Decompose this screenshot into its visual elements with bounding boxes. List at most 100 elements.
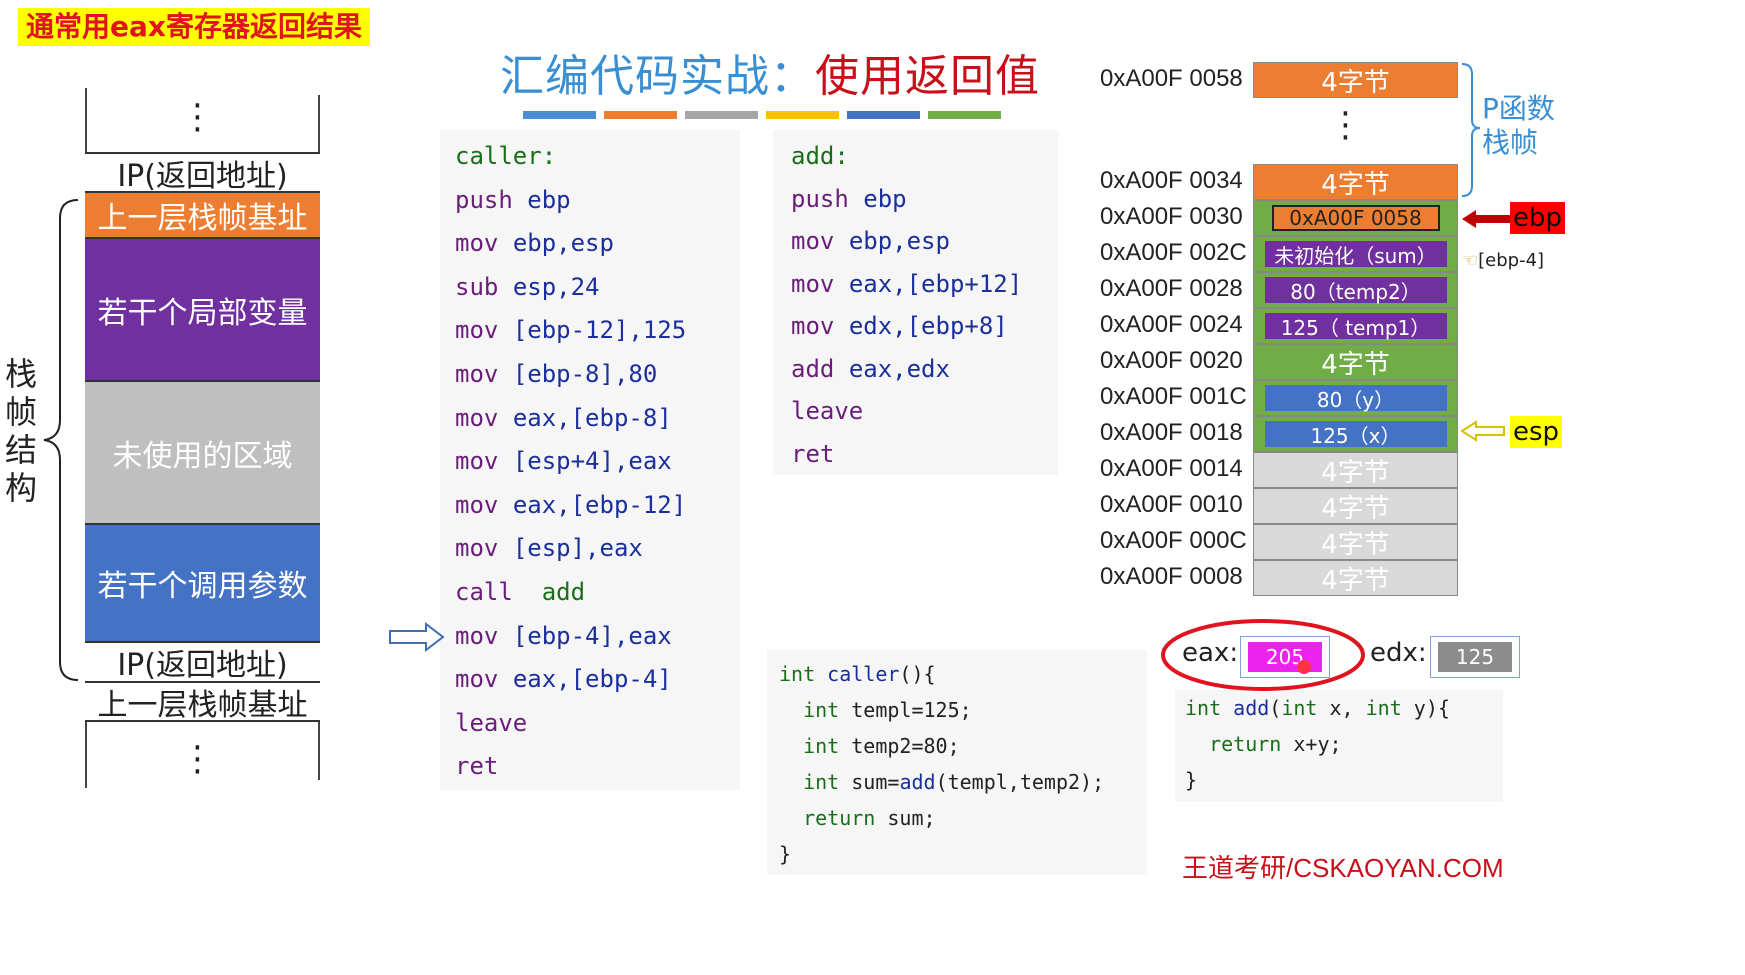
- stack-block-label: 若干个调用参数: [97, 569, 308, 604]
- edx-value: 125: [1438, 642, 1512, 672]
- asm-args: [ebp-12],125: [512, 316, 687, 345]
- color-bar: [685, 111, 758, 119]
- asm-op: ret: [791, 439, 835, 468]
- asm-line: ret: [455, 752, 498, 780]
- memory-cell: 4字节: [1253, 560, 1458, 596]
- memory-address: 0xA00F 0030: [1100, 203, 1243, 230]
- asm-line: mov eax,[ebp-4]: [455, 665, 672, 693]
- asm-args: ebp,esp: [848, 227, 950, 255]
- memory-cell: 80（y）: [1253, 380, 1458, 416]
- asm-line: push ebp: [455, 186, 571, 214]
- asm-line: mov ebp,esp: [791, 227, 950, 255]
- asm-op: mov: [455, 316, 499, 345]
- memory-cell: 未初始化（sum）: [1253, 236, 1458, 272]
- asm-line: call add: [455, 578, 585, 606]
- asm-line: mov eax,[ebp-8]: [455, 404, 672, 432]
- memory-cell: 125（x）: [1253, 416, 1458, 452]
- asm-line: mov eax,[ebp+12]: [791, 270, 1022, 298]
- memory-cell-label: 4字节: [1321, 169, 1390, 200]
- asm-line: mov [ebp-12],125: [455, 316, 686, 344]
- asm-args: eax,[ebp+12]: [848, 269, 1023, 298]
- asm-line: mov edx,[ebp+8]: [791, 312, 1008, 340]
- memory-cell: 4字节: [1253, 62, 1458, 98]
- caller-c-panel: int caller(){ int templ=125; int temp2=8…: [767, 650, 1147, 875]
- asm-op: leave: [455, 708, 528, 737]
- stack-block: 若干个调用参数: [85, 523, 320, 641]
- asm-op: mov: [455, 490, 499, 519]
- edx-label: edx:: [1370, 638, 1427, 668]
- memory-cell-label: 4字节: [1321, 529, 1390, 560]
- asm-args: [ebp-4],eax: [512, 621, 672, 650]
- asm-label: caller:: [455, 142, 557, 170]
- title-part2: 使用返回值: [815, 51, 1040, 102]
- memory-cell-label: 4字节: [1321, 349, 1390, 380]
- memory-cell: 80（temp2）: [1253, 272, 1458, 308]
- c-line: int sum=add(templ,temp2);: [803, 770, 1105, 794]
- memory-address: 0xA00F 0024: [1100, 311, 1243, 338]
- memory-cell-value: 未初始化（sum）: [1264, 241, 1447, 268]
- memory-address: 0xA00F 0020: [1100, 347, 1243, 374]
- stack-block-label: 未使用的区域: [112, 438, 293, 474]
- asm-op: mov: [455, 534, 499, 563]
- c-line: return sum;: [803, 806, 936, 830]
- asm-args: ebp,esp: [512, 229, 614, 258]
- memory-cell: 0xA00F 0058: [1253, 200, 1458, 236]
- asm-line: mov [ebp-8],80: [455, 360, 657, 388]
- memory-address: 0xA00F 0018: [1100, 419, 1243, 446]
- asm-op: mov: [455, 447, 499, 476]
- asm-line: ret: [791, 440, 834, 468]
- stack-block: IP(返回地址): [85, 641, 320, 683]
- color-bar: [847, 111, 920, 119]
- memory-address: 0xA00F 0010: [1100, 491, 1243, 518]
- memory-cell: 4字节: [1253, 344, 1458, 380]
- memory-cell-label: 4字节: [1321, 457, 1390, 488]
- stack-block-label: 若干个局部变量: [97, 295, 308, 331]
- asm-line: add eax,edx: [791, 355, 950, 383]
- asm-line: mov [esp],eax: [455, 534, 643, 562]
- ebp-tag: ebp: [1510, 202, 1566, 234]
- color-bar: [604, 111, 677, 119]
- stack-top-ellipsis: · · ·: [192, 86, 203, 150]
- memory-address: 0xA00F 0008: [1100, 563, 1243, 590]
- color-bar: [766, 111, 839, 119]
- asm-line: leave: [791, 397, 863, 425]
- asm-op: mov: [455, 665, 499, 694]
- asm-line: caller:: [455, 142, 556, 170]
- stack-block: 未使用的区域: [85, 380, 320, 523]
- asm-op: add: [791, 354, 835, 383]
- asm-op: push: [791, 184, 849, 213]
- stack-block: 若干个局部变量: [85, 237, 320, 380]
- color-bar: [523, 111, 596, 119]
- memory-cell: 125（ temp1）: [1253, 308, 1458, 344]
- asm-op: call: [455, 578, 513, 606]
- asm-op: leave: [791, 397, 864, 425]
- memory-cell-label: 4字节: [1321, 493, 1390, 524]
- memory-cell: 4字节: [1253, 452, 1458, 488]
- asm-op: push: [455, 185, 513, 214]
- stack-bottom-ellipsis: · · ·: [192, 728, 203, 792]
- memory-cell-value: 80（temp2）: [1264, 277, 1447, 304]
- memory-address: 0xA00F 0028: [1100, 275, 1243, 302]
- c-line: int caller(){: [779, 662, 936, 686]
- memory-address: 0xA00F 002C: [1100, 239, 1247, 266]
- asm-args: eax,[ebp-12]: [512, 490, 687, 519]
- memory-address: 0xA00F 0014: [1100, 455, 1243, 482]
- c-line: }: [1185, 768, 1198, 792]
- asm-line: leave: [455, 709, 527, 737]
- esp-arrow: [1460, 420, 1505, 442]
- c-line: int temp2=80;: [803, 734, 960, 758]
- stack-block: IP(返回地址): [85, 152, 320, 194]
- page-title: 汇编代码实战：使用返回值: [500, 40, 1040, 104]
- asm-op: ret: [455, 752, 499, 781]
- memory-cell: 4字节: [1253, 488, 1458, 524]
- current-instruction-arrow: [389, 622, 445, 652]
- asm-args: edx,[ebp+8]: [848, 312, 1008, 340]
- stack-block: 上一层栈帧基址: [85, 681, 320, 723]
- asm-line: add:: [791, 142, 849, 170]
- eax-highlight-circle: [1161, 619, 1365, 691]
- asm-label: add:: [791, 142, 849, 170]
- asm-args: [ebp-8],80: [512, 360, 658, 388]
- stack-block-label: 上一层栈帧基址: [97, 201, 308, 236]
- memory-address: 0xA00F 0034: [1100, 167, 1243, 194]
- asm-op: mov: [791, 227, 835, 255]
